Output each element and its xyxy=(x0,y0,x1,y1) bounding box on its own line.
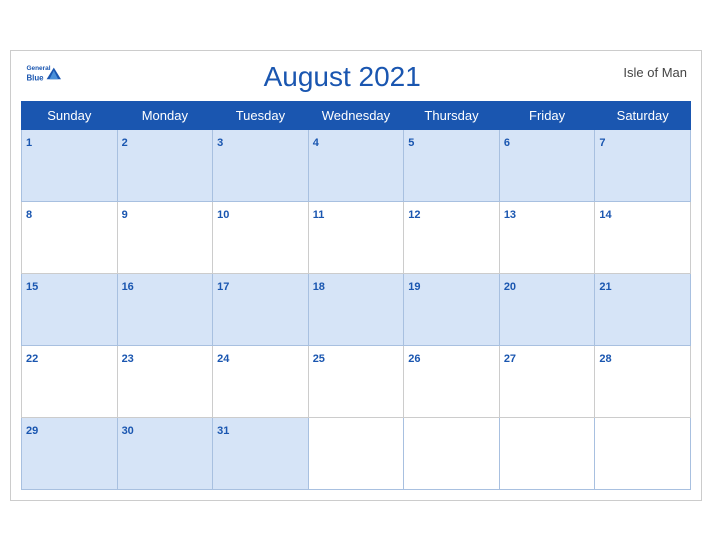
date-number: 7 xyxy=(599,137,605,149)
calendar-cell xyxy=(595,417,691,489)
date-number: 2 xyxy=(122,137,128,149)
calendar-cell: 23 xyxy=(117,345,213,417)
date-number: 20 xyxy=(504,281,516,293)
calendar-cell: 26 xyxy=(404,345,500,417)
date-number: 3 xyxy=(217,137,223,149)
calendar-cell: 24 xyxy=(213,345,309,417)
calendar-cell: 17 xyxy=(213,273,309,345)
calendar-cell: 27 xyxy=(499,345,595,417)
header-friday: Friday xyxy=(499,101,595,129)
date-number: 25 xyxy=(313,353,325,365)
date-number: 11 xyxy=(313,209,325,221)
logo-icon: General Blue xyxy=(25,61,61,83)
date-number: 26 xyxy=(408,353,420,365)
date-number: 18 xyxy=(313,281,325,293)
date-number: 8 xyxy=(26,209,32,221)
weekday-header-row: Sunday Monday Tuesday Wednesday Thursday… xyxy=(22,101,691,129)
header-thursday: Thursday xyxy=(404,101,500,129)
date-number: 13 xyxy=(504,209,516,221)
week-row-2: 8 9 10 11 12 13 14 xyxy=(22,201,691,273)
logo-area: General Blue xyxy=(25,61,61,83)
date-number: 27 xyxy=(504,353,516,365)
calendar-cell: 9 xyxy=(117,201,213,273)
calendar-cell: 15 xyxy=(22,273,118,345)
calendar-cell: 25 xyxy=(308,345,404,417)
week-row-1: 1 2 3 4 5 6 7 xyxy=(22,129,691,201)
calendar-table: Sunday Monday Tuesday Wednesday Thursday… xyxy=(21,101,691,490)
date-number: 12 xyxy=(408,209,420,221)
calendar-cell xyxy=(404,417,500,489)
header-tuesday: Tuesday xyxy=(213,101,309,129)
header-wednesday: Wednesday xyxy=(308,101,404,129)
calendar-cell: 30 xyxy=(117,417,213,489)
svg-text:Blue: Blue xyxy=(26,73,44,82)
week-row-3: 15 16 17 18 19 20 21 xyxy=(22,273,691,345)
calendar-cell: 1 xyxy=(22,129,118,201)
calendar-header: General Blue August 2021 Isle of Man xyxy=(21,61,691,93)
date-number: 14 xyxy=(599,209,611,221)
calendar-cell: 13 xyxy=(499,201,595,273)
week-row-5: 29 30 31 xyxy=(22,417,691,489)
date-number: 4 xyxy=(313,137,319,149)
date-number: 30 xyxy=(122,425,134,437)
calendar-cell: 19 xyxy=(404,273,500,345)
calendar-cell: 21 xyxy=(595,273,691,345)
date-number: 9 xyxy=(122,209,128,221)
calendar-cell: 12 xyxy=(404,201,500,273)
date-number: 21 xyxy=(599,281,611,293)
calendar-cell: 16 xyxy=(117,273,213,345)
header-monday: Monday xyxy=(117,101,213,129)
date-number: 19 xyxy=(408,281,420,293)
date-number: 6 xyxy=(504,137,510,149)
date-number: 29 xyxy=(26,425,38,437)
date-number: 16 xyxy=(122,281,134,293)
date-number: 1 xyxy=(26,137,32,149)
calendar-cell: 28 xyxy=(595,345,691,417)
date-number: 22 xyxy=(26,353,38,365)
date-number: 24 xyxy=(217,353,229,365)
date-number: 5 xyxy=(408,137,414,149)
svg-text:General: General xyxy=(26,64,50,71)
calendar-cell xyxy=(499,417,595,489)
calendar-cell: 18 xyxy=(308,273,404,345)
month-title: August 2021 xyxy=(61,61,623,93)
header-saturday: Saturday xyxy=(595,101,691,129)
calendar-cell: 20 xyxy=(499,273,595,345)
calendar-cell: 3 xyxy=(213,129,309,201)
calendar-cell: 6 xyxy=(499,129,595,201)
week-row-4: 22 23 24 25 26 27 28 xyxy=(22,345,691,417)
date-number: 17 xyxy=(217,281,229,293)
calendar-cell xyxy=(308,417,404,489)
calendar-cell: 14 xyxy=(595,201,691,273)
calendar-cell: 10 xyxy=(213,201,309,273)
calendar-cell: 4 xyxy=(308,129,404,201)
calendar-cell: 5 xyxy=(404,129,500,201)
calendar-cell: 11 xyxy=(308,201,404,273)
calendar-cell: 22 xyxy=(22,345,118,417)
date-number: 15 xyxy=(26,281,38,293)
calendar-cell: 7 xyxy=(595,129,691,201)
region-label: Isle of Man xyxy=(623,61,687,80)
date-number: 10 xyxy=(217,209,229,221)
calendar-cell: 8 xyxy=(22,201,118,273)
calendar-cell: 29 xyxy=(22,417,118,489)
calendar: General Blue August 2021 Isle of Man Sun… xyxy=(10,50,702,501)
date-number: 23 xyxy=(122,353,134,365)
calendar-cell: 31 xyxy=(213,417,309,489)
calendar-cell: 2 xyxy=(117,129,213,201)
date-number: 31 xyxy=(217,425,229,437)
calendar-body: 1234567891011121314151617181920212223242… xyxy=(22,129,691,489)
date-number: 28 xyxy=(599,353,611,365)
header-sunday: Sunday xyxy=(22,101,118,129)
